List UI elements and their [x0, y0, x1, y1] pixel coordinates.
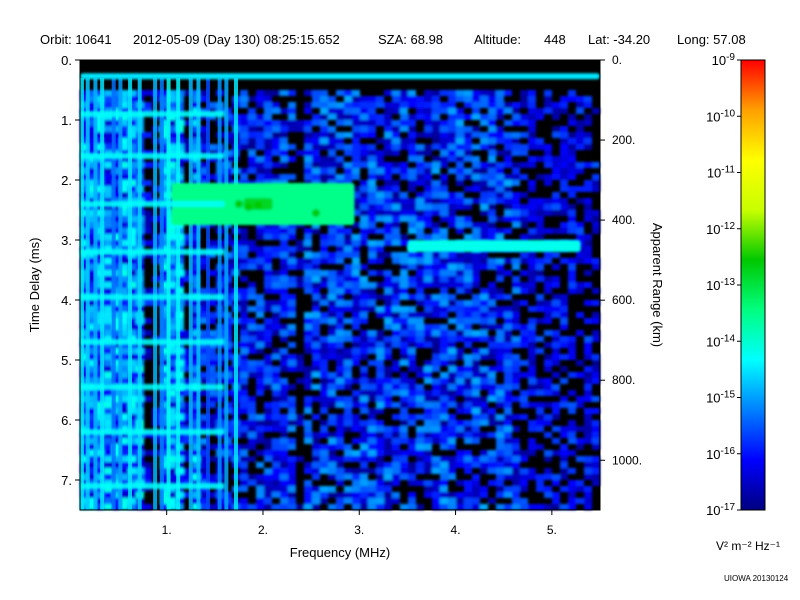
colorbar-tick-label: 10-15: [706, 390, 735, 406]
x-tick-label: 3.: [354, 523, 364, 537]
y2-tick-label: 0.: [612, 53, 622, 67]
streak: [234, 78, 238, 510]
bright-spot: [254, 201, 263, 210]
colorbar-gradient: [740, 59, 766, 511]
y-tick-label: 5.: [61, 353, 72, 368]
x-tick-label: 2.: [258, 523, 268, 537]
y2-tick-label: 400.: [612, 213, 635, 227]
y2-tick-label: 200.: [612, 133, 635, 147]
y-tick-label: 0.: [61, 53, 72, 68]
echo-row: [80, 111, 225, 117]
bright-spot: [234, 200, 243, 208]
y-tick-label: 2.: [61, 173, 72, 188]
echo-row: [80, 153, 225, 159]
credit-label: UIOWA 20130124: [724, 574, 789, 583]
signal-feature: [407, 240, 581, 252]
echo-row: [80, 339, 225, 345]
bright-spot: [244, 203, 253, 211]
colorbar-tick-label: 10-9: [712, 52, 736, 68]
colorbar-tick-label: 10-12: [706, 221, 735, 237]
colorbar-tick-label: 10-11: [707, 165, 736, 181]
y-tick-label: 4.: [61, 293, 72, 308]
y2-axis-label: Apparent Range (km): [650, 223, 665, 347]
echo-row: [80, 201, 225, 207]
colorbar: 10-9 10-10 10-11 10-12 10-13 10-14 10-15 10-16 1…: [706, 52, 780, 553]
colorbar-units-label: V² m⁻² Hz⁻¹: [716, 539, 780, 553]
y-tick-label: 6.: [61, 413, 72, 428]
y-tick-label: 1.: [61, 113, 72, 128]
y2-tick-label: 1000.: [612, 453, 642, 467]
colorbar-tick-label: 10-17: [706, 502, 735, 518]
x-axis-label: Frequency (MHz): [290, 545, 390, 560]
x-tick-label: 5.: [547, 523, 557, 537]
y2-tick-label: 800.: [612, 373, 635, 387]
colorbar-tick-label: 10-14: [706, 333, 735, 349]
echo-row: [80, 294, 225, 300]
y2-tick-label: 600.: [612, 293, 635, 307]
echo-row: [80, 429, 225, 435]
colorbar-tick-label: 10-10: [706, 108, 735, 124]
signal-feature: [80, 73, 600, 80]
bright-spot: [311, 209, 320, 217]
colorbar-tick-label: 10-13: [706, 277, 735, 293]
colorbar-tick-label: 10-16: [706, 446, 735, 462]
heatmap-area: [79, 60, 600, 510]
y-axis-label: Time Delay (ms): [27, 238, 42, 333]
echo-row: [80, 384, 225, 390]
streak: [224, 78, 229, 510]
ionogram-chart: 1. 2. 3. 4. 5. 0. 1. 2. 3. 4. 5. 6. 7. 0. 200. 400. 600.…: [27, 52, 780, 560]
y-tick-label: 7.: [61, 473, 72, 488]
x-tick-label: 4.: [451, 523, 461, 537]
x-tick-label: 1.: [162, 523, 172, 537]
echo-row: [80, 249, 225, 255]
echo-row: [80, 483, 225, 489]
y-tick-label: 3.: [61, 233, 72, 248]
